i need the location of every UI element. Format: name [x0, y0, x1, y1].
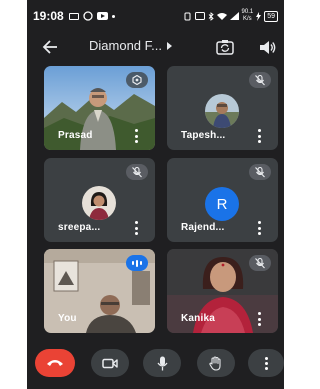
- participant-tile[interactable]: R Rajend...: [167, 158, 278, 242]
- more-notifications-dot: [111, 14, 115, 18]
- vibrate-icon: [184, 12, 191, 20]
- end-call-button[interactable]: [35, 349, 75, 377]
- participant-name: Rajend...: [181, 222, 225, 233]
- mic-off-icon: [255, 74, 265, 85]
- avatar-image: [205, 94, 239, 128]
- meeting-app-bar: Diamond F...: [27, 32, 284, 62]
- mic-off-icon: [255, 166, 265, 177]
- avatar-image: [82, 186, 116, 220]
- muted-badge: [126, 164, 148, 180]
- call-end-icon: [47, 360, 63, 366]
- bluetooth-icon: [208, 11, 214, 21]
- participant-more-button[interactable]: [134, 129, 138, 143]
- raise-hand-icon: [209, 355, 221, 371]
- participant-more-button[interactable]: [257, 312, 261, 326]
- audio-output-button[interactable]: [256, 36, 278, 58]
- mic-toggle-button[interactable]: [143, 349, 181, 377]
- muted-badge: [249, 164, 271, 180]
- raise-hand-button[interactable]: [197, 349, 235, 377]
- network-speed-unit: K/s: [243, 16, 252, 22]
- caret-right-icon: [166, 41, 172, 50]
- back-button[interactable]: [39, 37, 61, 57]
- mic-off-icon: [132, 166, 142, 177]
- status-bar: 19:08 90.1 K/s 59: [27, 0, 284, 32]
- participant-avatar-letter: R: [205, 187, 239, 221]
- participant-name: sreepa...: [58, 222, 101, 233]
- signal-icon: [229, 12, 239, 20]
- speaker-icon: [259, 40, 275, 54]
- camera-toggle-button[interactable]: [91, 349, 129, 377]
- speaking-indicator: [126, 255, 148, 271]
- whatsapp-icon: [83, 11, 93, 21]
- participant-tile[interactable]: Kanika: [167, 249, 278, 333]
- network-speed-value: 90.1: [241, 9, 254, 15]
- hd-icon: [194, 12, 205, 20]
- arrow-left-icon: [42, 40, 57, 54]
- call-controls: [27, 343, 284, 383]
- participant-more-button[interactable]: [134, 221, 138, 235]
- participant-more-button[interactable]: [257, 221, 261, 235]
- participant-avatar: [82, 186, 116, 220]
- participant-name: Tapesh...: [181, 130, 226, 141]
- participant-avatar: [205, 94, 239, 128]
- muted-badge: [249, 255, 271, 271]
- notification-icons: [68, 11, 115, 21]
- switch-camera-button[interactable]: [214, 36, 236, 58]
- system-icons: 90.1 K/s 59: [183, 9, 278, 23]
- more-options-button[interactable]: [248, 349, 284, 377]
- charging-icon: [256, 11, 262, 21]
- battery-level: 59: [264, 10, 278, 22]
- mic-off-icon: [255, 257, 265, 268]
- meeting-title-button[interactable]: Diamond F...: [89, 38, 172, 53]
- meeting-title: Diamond F...: [89, 38, 162, 53]
- pin-icon: [132, 75, 142, 85]
- muted-badge: [249, 72, 271, 88]
- youtube-icon: [96, 12, 108, 20]
- participant-tile[interactable]: sreepa...: [44, 158, 155, 242]
- videocam-icon: [102, 358, 118, 368]
- participant-more-button[interactable]: [257, 129, 261, 143]
- status-time: 19:08: [33, 9, 64, 23]
- more-vert-icon: [264, 356, 268, 370]
- phone-screen: 19:08 90.1 K/s 59 Diamond F... Prasad Ta…: [27, 0, 284, 389]
- switch-camera-icon: [216, 40, 234, 55]
- pin-badge: [126, 72, 148, 88]
- participant-name: You: [58, 313, 77, 324]
- wifi-icon: [216, 13, 227, 20]
- screen-record-icon: [68, 12, 79, 20]
- participant-tile[interactable]: Prasad: [44, 66, 155, 150]
- self-video-tile[interactable]: You: [44, 249, 155, 333]
- participant-tile[interactable]: Tapesh...: [167, 66, 278, 150]
- network-speed: 90.1 K/s: [242, 9, 254, 23]
- participant-name: Prasad: [58, 130, 93, 141]
- participant-name: Kanika: [181, 313, 215, 324]
- mic-icon: [156, 356, 168, 370]
